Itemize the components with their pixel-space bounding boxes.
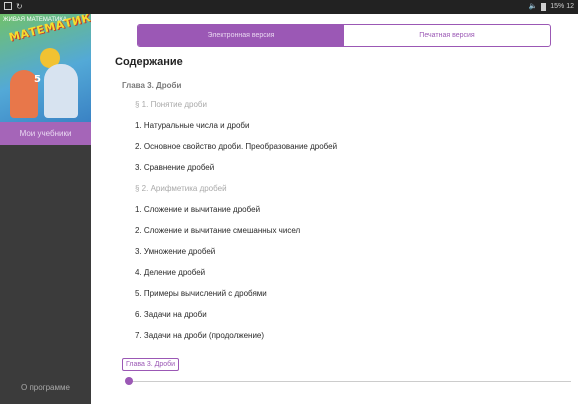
sync-icon: ↻ <box>16 2 23 11</box>
cover-grade: 5 <box>34 74 41 85</box>
status-text: 15% 12 <box>550 3 574 10</box>
battery-icon <box>541 2 547 11</box>
toc-item[interactable]: 3. Сравнение дробей <box>135 163 214 173</box>
toc-item[interactable]: 5. Примеры вычислений с дробями <box>135 289 267 299</box>
cover-illustration <box>44 64 78 118</box>
image-icon <box>4 2 12 10</box>
toc-item[interactable]: 2. Основное свойство дроби. Преобразован… <box>135 142 337 152</box>
sidebar-item-about[interactable]: О программе <box>0 378 91 398</box>
toc-item[interactable]: 1. Натуральные числа и дроби <box>135 121 249 131</box>
page-title: Содержание <box>115 56 183 68</box>
toc-section-heading: § 2. Арифметика дробей <box>135 184 227 193</box>
chapter-chip[interactable]: Глава 3. Дроби <box>122 358 180 371</box>
version-tabs: Электронная версия Печатная версия <box>137 24 551 47</box>
progress-track[interactable] <box>129 381 571 382</box>
tab-print-version[interactable]: Печатная версия <box>344 25 550 46</box>
toc-item[interactable]: 4. Деление дробей <box>135 268 205 278</box>
toc-item[interactable]: 1. Сложение и вычитание дробей <box>135 205 260 215</box>
toc-section-heading: § 1. Понятие дроби <box>135 100 207 109</box>
sidebar-item-my-textbooks[interactable]: Мои учебники <box>0 122 91 145</box>
book-cover[interactable]: ЖИВАЯ МАТЕМАТИКА МАТЕМАТИКА 5 <box>0 14 91 122</box>
toc-item[interactable]: 7. Задачи на дроби (продолжение) <box>135 331 264 341</box>
toc-item[interactable]: 2. Сложение и вычитание смешанных чисел <box>135 226 300 236</box>
tab-electronic-version[interactable]: Электронная версия <box>138 25 344 46</box>
volume-icon: 🔈 <box>528 3 538 10</box>
toc-item[interactable]: 6. Задачи на дроби <box>135 310 207 320</box>
toc-item[interactable]: 3. Умножение дробей <box>135 247 215 257</box>
sidebar: ЖИВАЯ МАТЕМАТИКА МАТЕМАТИКА 5 Мои учебни… <box>0 14 91 404</box>
status-bar: ↻ 🔈 15% 12 <box>0 0 578 14</box>
chapter-title: Глава 3. Дроби <box>122 81 182 90</box>
progress-slider-handle[interactable] <box>125 377 133 385</box>
